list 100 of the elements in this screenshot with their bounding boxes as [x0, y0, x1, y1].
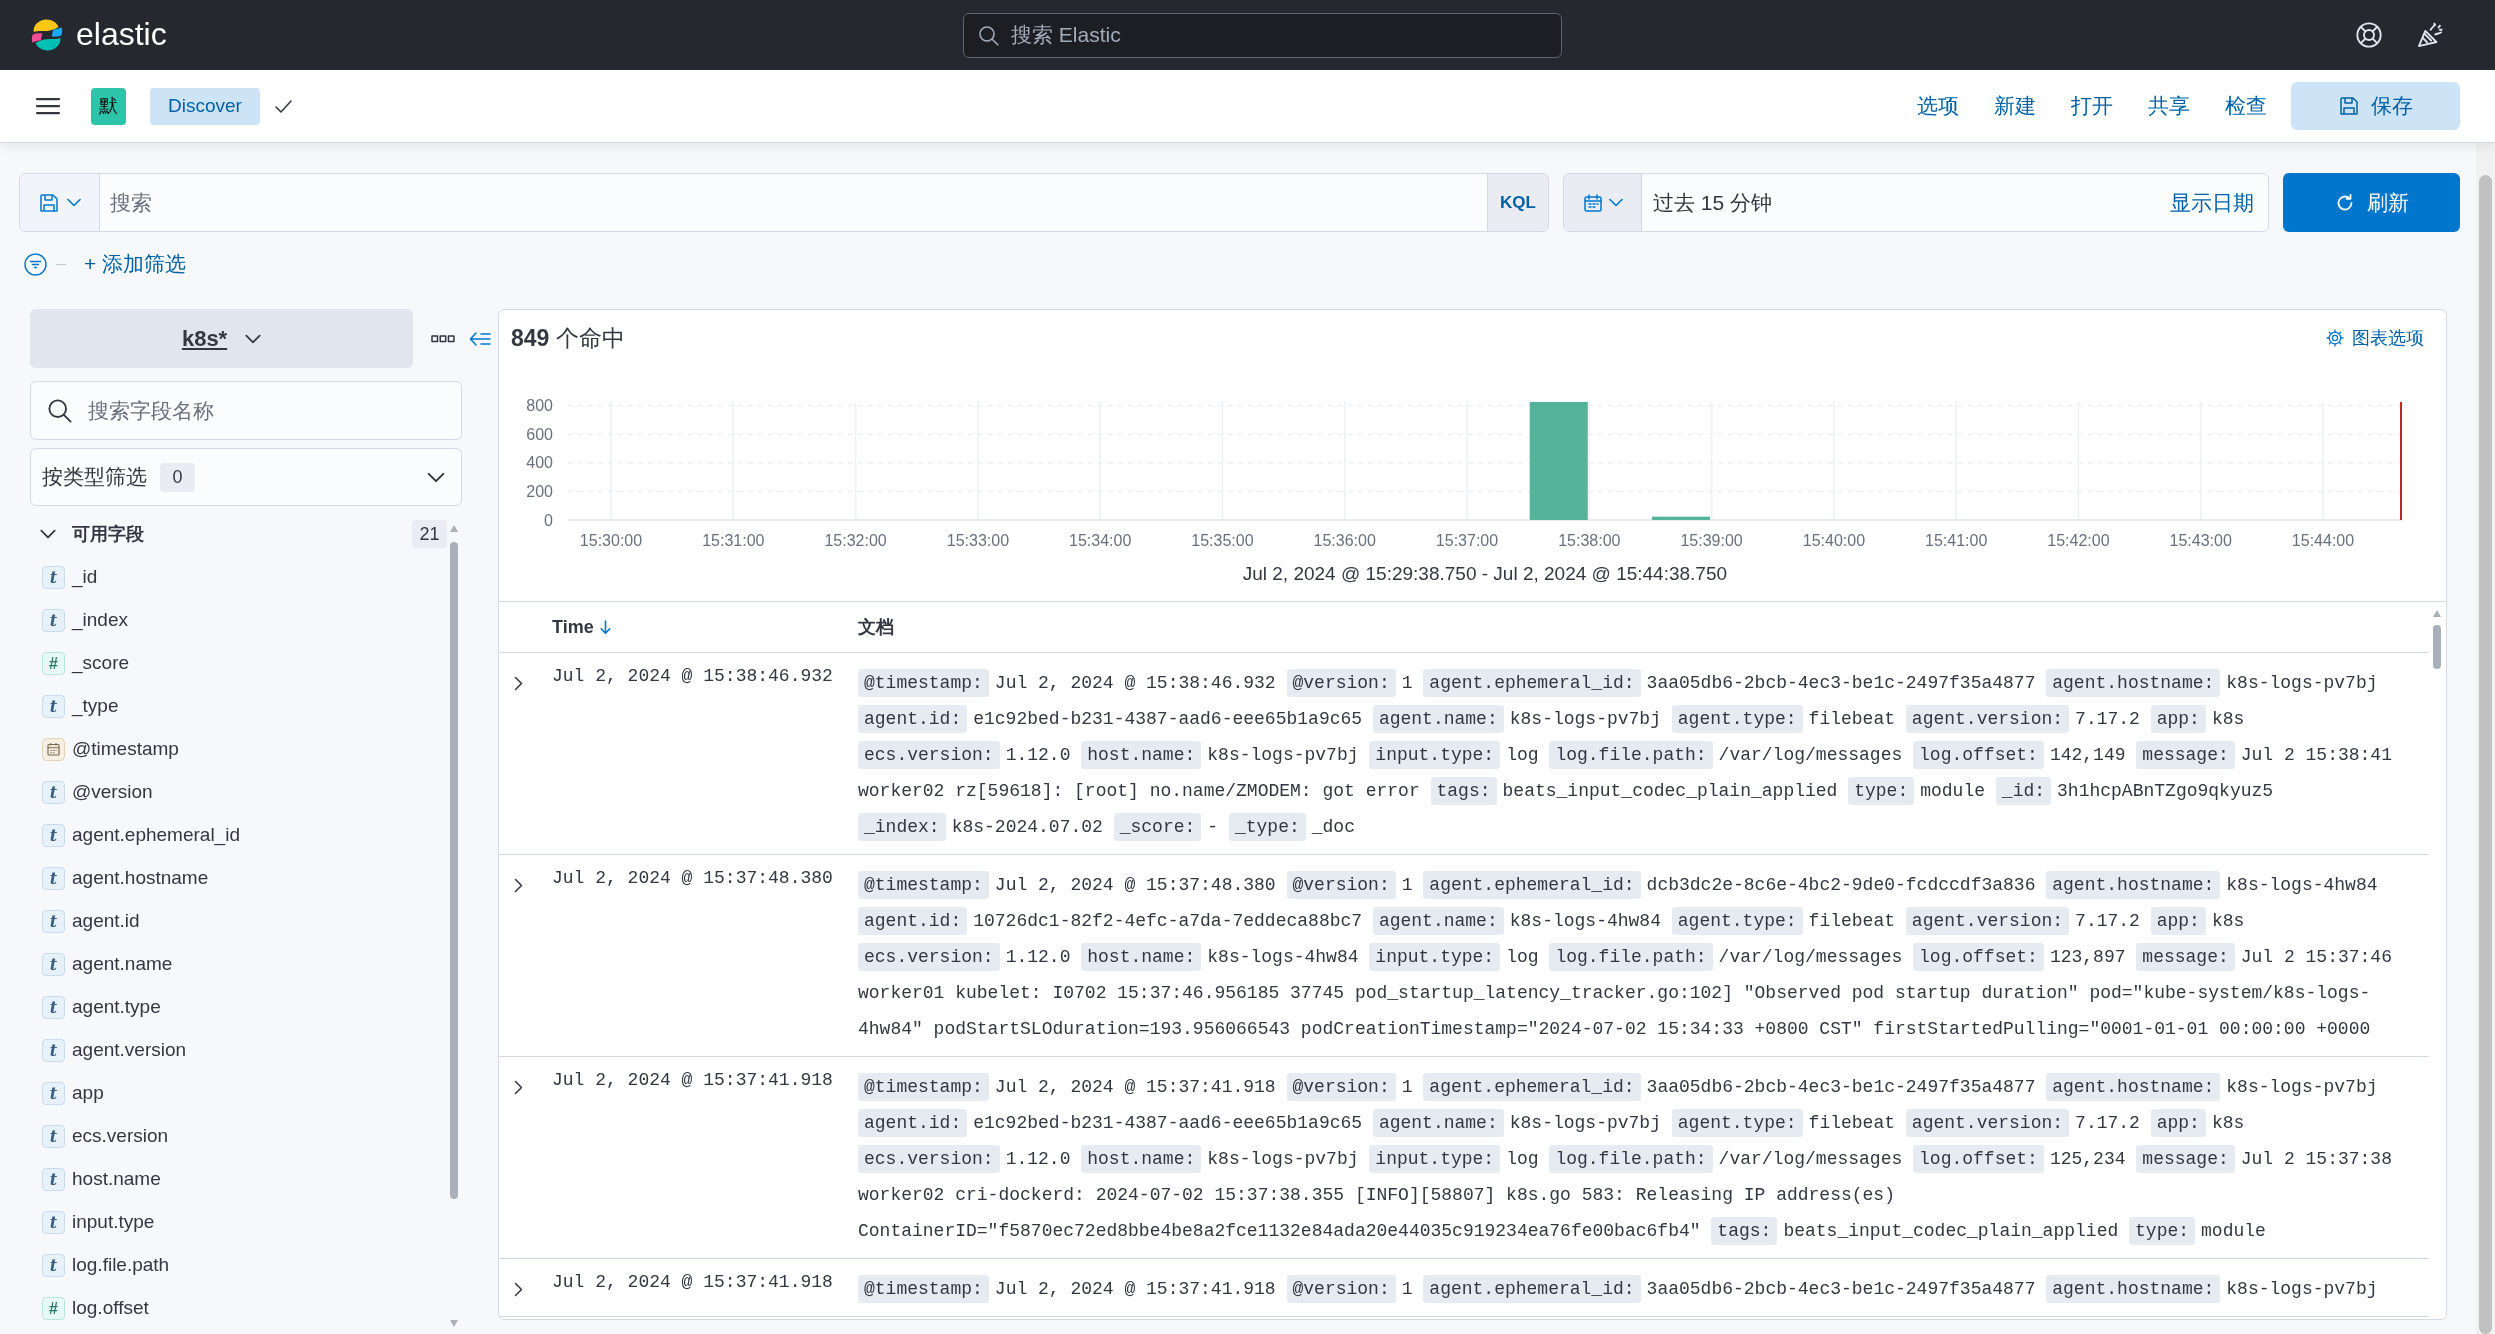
menu-icon[interactable] [36, 96, 60, 116]
quick-select-button[interactable] [1564, 174, 1642, 231]
field-list-item[interactable]: # _score [30, 642, 462, 685]
time-column-header[interactable]: Time [552, 613, 611, 641]
field-list-item[interactable]: t agent.name [30, 943, 462, 986]
field-key: host.name: [1081, 741, 1202, 769]
field-value: ContainerID="f5870ec72ed8bbe4be8a2fce1132e84ada20e44035c919234ea76fe00bac6fb4" [858, 1221, 1701, 1241]
field-list-item[interactable]: t agent.hostname [30, 857, 462, 900]
field-value: dcb3dc2e-8c6e-4bc2-9de0-fcdccdf3a836 [1646, 875, 2036, 895]
field-list-item[interactable]: t @version [30, 771, 462, 814]
help-icon[interactable] [2355, 21, 2383, 49]
field-key: log.offset: [1913, 741, 2044, 769]
refresh-button[interactable]: 刷新 [2283, 173, 2460, 232]
field-type-token: # [42, 1297, 65, 1320]
axis-tick-label: 15:38:00 [1558, 532, 1621, 549]
field-key: @version: [1286, 1275, 1396, 1303]
field-list-item[interactable]: t input.type [30, 1201, 462, 1244]
field-value: 142,149 [2049, 745, 2126, 765]
field-value: /var/log/messages [1718, 745, 1903, 765]
field-key: agent.version: [1905, 907, 2070, 935]
space-avatar[interactable]: 默 [91, 87, 126, 125]
hit-count: 849 个命中 [511, 323, 625, 353]
axis-title: Jul 2, 2024 @ 15:29:38.750 - Jul 2, 2024 @ 15:44:38.750 [1242, 563, 1728, 584]
save-button[interactable]: 保存 [2291, 82, 2460, 130]
field-value: - [1207, 817, 1219, 837]
logo-text[interactable]: elastic [76, 17, 167, 53]
field-list-item[interactable]: t app [30, 1072, 462, 1115]
chevron-right-icon[interactable] [514, 877, 523, 893]
field-value: /var/log/messages [1718, 1149, 1903, 1169]
show-dates-link[interactable]: 显示日期 [2170, 186, 2254, 219]
field-key: agent.type: [1671, 705, 1803, 733]
menu-link[interactable]: 共享 [2148, 93, 2190, 119]
field-search-field[interactable]: 搜索字段名称 [30, 381, 462, 440]
axis-tick-label: 15:35:00 [1191, 532, 1254, 549]
field-search-input[interactable]: 搜索字段名称 [88, 394, 445, 427]
caret-icon [245, 333, 262, 344]
field-list-item[interactable]: t agent.version [30, 1029, 462, 1072]
field-list-item[interactable]: t log.file.path [30, 1244, 462, 1287]
field-list-item[interactable]: t agent.id [30, 900, 462, 943]
field-value: 1 [1401, 673, 1413, 693]
field-value: k8s-logs-pv7bj [2226, 1077, 2378, 1097]
axis-tick-label: 200 [526, 482, 553, 500]
party-popper-icon[interactable] [2416, 21, 2444, 49]
field-list-item[interactable]: t agent.type [30, 986, 462, 1029]
field-value: 125,234 [2049, 1149, 2126, 1169]
field-list-item[interactable]: t agent.ephemeral_id [30, 814, 462, 857]
left-arrow-lines-icon[interactable] [469, 330, 491, 347]
add-filter-link[interactable]: + 添加筛选 [84, 248, 187, 280]
field-value: 7.17.2 [2075, 709, 2140, 729]
available-fields-toggle[interactable]: 可用字段 [40, 520, 144, 548]
field-key: log.offset: [1913, 1145, 2044, 1173]
axis-tick-label: 0 [544, 511, 553, 529]
field-key: agent.version: [1905, 1109, 2070, 1137]
menu-link[interactable]: 检查 [2225, 93, 2267, 119]
field-value: k8s [2211, 911, 2245, 931]
scrollbar-thumb[interactable] [450, 542, 458, 1199]
field-value: log [1506, 1149, 1539, 1169]
chevron-right-icon[interactable] [514, 1281, 523, 1297]
index-pattern-button[interactable]: k8s* [30, 309, 414, 368]
scrollbar-thumb[interactable] [2479, 175, 2492, 1334]
field-key: agent.ephemeral_id: [1423, 669, 1641, 697]
field-list-item[interactable]: t ecs.version [30, 1115, 462, 1158]
field-list-item[interactable]: t host.name [30, 1158, 462, 1201]
chart-options-link[interactable]: 图表选项 [2326, 324, 2424, 352]
field-value: k8s-logs-pv7bj [1509, 709, 1661, 729]
type-filter-button[interactable]: 按类型筛选 0 [30, 448, 462, 506]
axis-tick-label: 400 [526, 454, 553, 472]
field-list-item[interactable]: t _type [30, 685, 462, 728]
field-value: 3aa05db6-2bcb-4ec3-be1c-2497f35a4877 [1646, 1279, 2036, 1299]
chevron-right-icon[interactable] [514, 675, 523, 691]
menu-link[interactable]: 选项 [1917, 93, 1959, 119]
date-picker[interactable]: 过去 15 分钟 显示日期 [1563, 173, 2269, 232]
breadcrumb[interactable]: Discover [150, 87, 260, 125]
ellipsis-icon[interactable] [431, 334, 456, 343]
menu-link[interactable]: 新建 [1994, 93, 2036, 119]
query-bar[interactable]: 搜索 KQL [19, 173, 1549, 232]
field-list-item[interactable]: # log.offset [30, 1287, 462, 1330]
filter-icon[interactable] [24, 252, 47, 276]
axis-tick-label: 15:41:00 [1925, 532, 1988, 549]
saved-query-button[interactable] [20, 174, 100, 231]
chevron-right-icon[interactable] [514, 1079, 523, 1095]
menu-link[interactable]: 打开 [2071, 93, 2113, 119]
caret-icon [1608, 198, 1623, 207]
field-type-token: t [42, 1168, 65, 1191]
global-search-field[interactable]: 搜索 Elastic [963, 12, 1562, 58]
caret-icon [66, 198, 81, 207]
search-input[interactable]: 搜索 Elastic [1011, 19, 1547, 51]
field-list-item[interactable]: t _id [30, 556, 462, 599]
field-list-item[interactable]: t _index [30, 599, 462, 642]
field-key: _type: [1228, 813, 1306, 841]
field-value: k8s-logs-pv7bj [2226, 673, 2378, 693]
elastic-logo-icon[interactable] [30, 18, 64, 52]
field-value: k8s-logs-pv7bj [1509, 1113, 1661, 1133]
scrollbar-thumb[interactable] [2433, 625, 2441, 669]
query-language-button[interactable]: KQL [1487, 174, 1548, 231]
field-key: agent.type: [1671, 907, 1803, 935]
field-value: 3h1hcpABnTZgo9qkyuz5 [2057, 781, 2274, 801]
axis-tick-label: 15:31:00 [702, 532, 765, 549]
field-list-item[interactable]: @timestamp [30, 728, 462, 771]
field-value: e1c92bed-b231-4387-aad6-eee65b1a9c65 [973, 709, 1363, 729]
